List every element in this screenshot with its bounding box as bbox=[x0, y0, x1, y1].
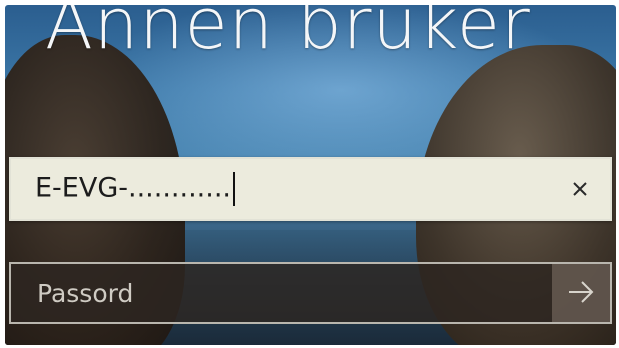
password-input[interactable] bbox=[11, 263, 552, 323]
submit-button[interactable] bbox=[552, 264, 610, 322]
login-title: Annen bruker bbox=[45, 5, 531, 65]
username-field[interactable]: E-EVG-............ bbox=[9, 157, 612, 221]
lock-screen-background: Annen bruker E-EVG-............ bbox=[5, 5, 616, 345]
close-icon[interactable] bbox=[566, 175, 594, 203]
password-field[interactable] bbox=[9, 262, 612, 324]
text-caret bbox=[233, 172, 235, 206]
arrow-right-icon bbox=[566, 279, 596, 308]
username-value[interactable]: E-EVG-............ bbox=[35, 172, 235, 206]
